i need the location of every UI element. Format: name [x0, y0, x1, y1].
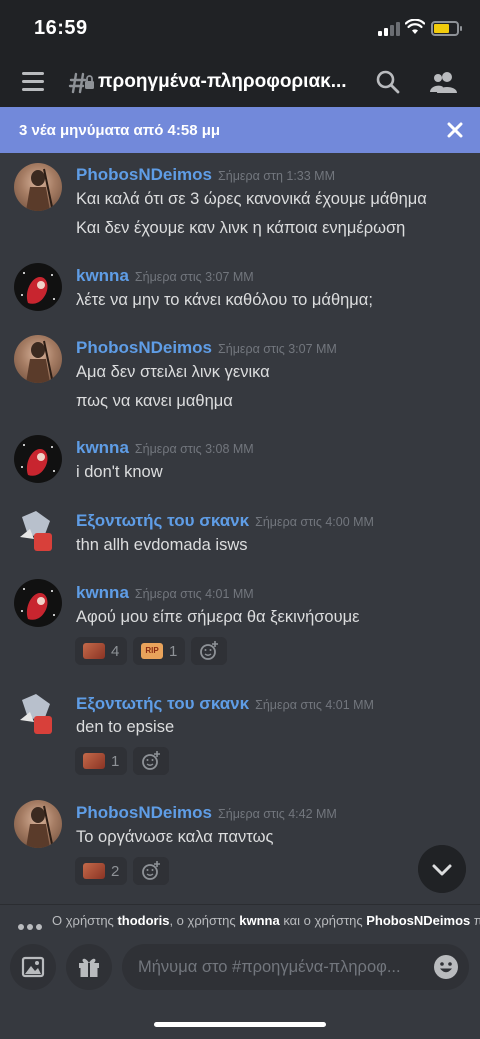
add-reaction-icon[interactable] — [133, 747, 169, 775]
emoji-picker-icon[interactable] — [433, 954, 459, 980]
channel-header: προηγμένα-πληροφοριακ... — [0, 58, 480, 106]
reaction-count: 2 — [111, 862, 120, 880]
message-author[interactable]: kwnna Σήμερα στις 3:07 MM — [76, 266, 254, 286]
typing-dots-icon — [18, 917, 45, 935]
face-emoji-icon — [83, 753, 105, 769]
message-text: Αφού μου είπε σήμερα θα ξεκινήσουμε — [76, 608, 360, 626]
menu-icon[interactable] — [22, 72, 46, 92]
new-messages-text: 3 νέα μηνύματα από 4:58 μμ — [19, 122, 221, 139]
message-timestamp: Σήμερα στις 4:01 MM — [255, 698, 374, 712]
reaction-face[interactable]: 1 — [75, 747, 128, 775]
search-icon[interactable] — [375, 69, 401, 95]
wifi-icon — [405, 19, 425, 34]
avatar[interactable] — [14, 435, 62, 483]
status-time: 16:59 — [34, 17, 88, 39]
message-text: den to epsise — [76, 718, 175, 736]
status-bar: 16:59 — [0, 0, 480, 54]
avatar[interactable] — [14, 800, 62, 848]
reaction-count: 4 — [111, 642, 120, 660]
home-indicator — [154, 1022, 326, 1027]
message-author[interactable]: PhobosNDeimos Σήμερα στη 1:33 MM — [76, 165, 335, 185]
image-icon — [21, 956, 45, 978]
message-text: thn allh evdomada isws — [76, 536, 248, 554]
typing-text: Ο χρήστης thodoris, ο χρήστης kwnna και … — [52, 913, 480, 928]
reaction-face[interactable]: 4 — [75, 637, 128, 665]
signal-icon — [378, 22, 400, 36]
attach-image-button[interactable] — [10, 944, 56, 990]
avatar[interactable] — [14, 163, 62, 211]
avatar[interactable] — [14, 335, 62, 383]
locked-channel-icon — [68, 72, 94, 94]
top-bar: 16:59 προηγμένα-πληροφοριακ... — [0, 0, 480, 107]
message-author[interactable]: Εξοντωτής του σκανκ Σήμερα στις 4:00 MM — [76, 511, 374, 531]
close-icon[interactable] — [445, 120, 465, 140]
gift-icon — [79, 958, 99, 977]
avatar[interactable] — [14, 507, 62, 555]
message-timestamp: Σήμερα στις 4:01 MM — [134, 587, 254, 601]
message-timestamp: Σήμερα στις 3:07 MM — [218, 342, 337, 356]
members-icon[interactable] — [429, 69, 459, 95]
message-author[interactable]: kwnna Σήμερα στις 4:01 MM — [76, 583, 254, 603]
new-messages-banner[interactable]: 3 νέα μηνύματα από 4:58 μμ — [0, 107, 480, 153]
message-author[interactable]: kwnna Σήμερα στις 3:08 MM — [76, 438, 254, 458]
gift-button[interactable] — [66, 944, 112, 990]
message-timestamp: Σήμερα στις 3:08 MM — [134, 442, 254, 456]
reaction-count: 1 — [111, 752, 120, 770]
add-reaction-icon[interactable] — [191, 637, 227, 665]
reaction-count: 1 — [169, 642, 178, 660]
message-text: Αμα δεν στειλει λινκ γενικα — [76, 363, 270, 381]
rip-emoji-icon: RIP — [141, 643, 163, 659]
message-author[interactable]: PhobosNDeimos Σήμερα στις 3:07 MM — [76, 338, 337, 358]
message-input[interactable]: Μήνυμα στο #προηγμένα-πληροφ... — [122, 944, 469, 990]
message-timestamp: Σήμερα στις 4:42 MM — [218, 807, 337, 821]
message-text: πως να κανει μαθημα — [76, 392, 233, 410]
scroll-down-icon[interactable] — [418, 845, 466, 893]
channel-title[interactable]: προηγμένα-πληροφοριακ... — [98, 71, 347, 93]
avatar[interactable] — [14, 579, 62, 627]
message-timestamp: Σήμερα στις 4:00 MM — [255, 515, 374, 529]
battery-icon — [431, 21, 462, 36]
message-timestamp: Σήμερα στη 1:33 MM — [218, 169, 335, 183]
face-emoji-icon — [83, 863, 105, 879]
reaction-rip[interactable]: RIP 1 — [133, 637, 186, 665]
reaction-face[interactable]: 2 — [75, 857, 128, 885]
message-timestamp: Σήμερα στις 3:07 MM — [134, 270, 254, 284]
message-text: λέτε να μην το κάνει καθόλου το μάθημα; — [76, 291, 373, 309]
message-text: i don't know — [76, 463, 163, 481]
message-text: Και καλά ότι σε 3 ώρες κανονικά έχουμε μ… — [76, 190, 427, 208]
message-composer: Μήνυμα στο #προηγμένα-πληροφ... — [0, 934, 480, 1039]
message-author[interactable]: PhobosNDeimos Σήμερα στις 4:42 MM — [76, 803, 337, 823]
message-text: Και δεν έχουμε καν λινκ η κάποια ενημέρω… — [76, 219, 406, 237]
typing-indicator: Ο χρήστης thodoris, ο χρήστης kwnna και … — [0, 904, 480, 934]
message-input-placeholder: Μήνυμα στο #προηγμένα-πληροφ... — [138, 958, 401, 976]
message-author[interactable]: Εξοντωτής του σκανκ Σήμερα στις 4:01 MM — [76, 694, 374, 714]
message-text: Το οργάνωσε καλα παντως — [76, 828, 274, 846]
avatar[interactable] — [14, 263, 62, 311]
add-reaction-icon[interactable] — [133, 857, 169, 885]
face-emoji-icon — [83, 643, 105, 659]
avatar[interactable] — [14, 690, 62, 738]
